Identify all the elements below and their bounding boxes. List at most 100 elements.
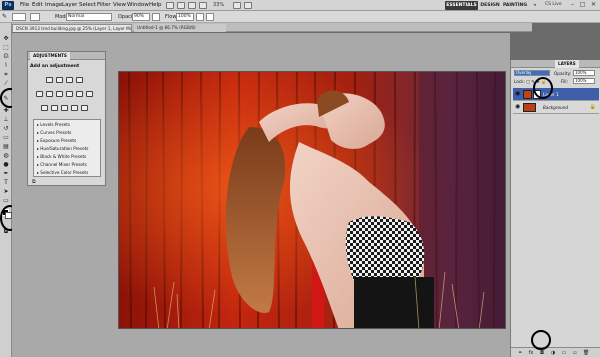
workspace-essentials-button[interactable]: ESSENTIALS [445, 1, 478, 10]
tablet-pressure-size-icon[interactable] [206, 13, 214, 21]
close-icon[interactable]: ✕ [589, 1, 598, 9]
layer-opacity-field[interactable]: 100% [573, 70, 595, 76]
dodge-tool-icon[interactable]: ● [2, 161, 10, 168]
menu-window[interactable]: Window [127, 2, 149, 8]
menu-file[interactable]: File [20, 2, 29, 8]
photo-filter-icon[interactable] [76, 91, 83, 97]
brush-tool-icon[interactable]: ✎ [2, 13, 7, 20]
blur-tool-icon[interactable]: ◍ [2, 152, 10, 159]
healing-brush-tool-icon[interactable]: ✚ [2, 107, 10, 114]
document-canvas-image[interactable] [118, 71, 506, 329]
visibility-eye-icon[interactable]: ◉ [515, 104, 521, 110]
gradient-tool-icon[interactable]: ▤ [2, 143, 10, 150]
document-tab-active[interactable]: DSCN 3913 tred building.jpg @ 25% (Layer… [12, 24, 132, 32]
layers-panel-header[interactable]: LAYERS [511, 60, 600, 68]
photo-artwork [119, 72, 505, 328]
menu-select[interactable]: Select [79, 2, 96, 8]
preset-item[interactable]: Selective Color Presets [37, 170, 88, 175]
document-tab[interactable]: Untitled-1 @ 66.7% (RGB/8) [134, 24, 226, 32]
menu-image[interactable]: Image [45, 2, 62, 8]
marquee-tool-icon[interactable]: ⬚ [2, 44, 10, 51]
workspace-more-button[interactable]: » [529, 1, 541, 10]
mini-bridge-icon[interactable] [177, 2, 185, 9]
layer-row-selected[interactable]: ◉ Layer 1 [513, 88, 599, 101]
new-group-icon[interactable]: ▭ [561, 350, 567, 356]
threshold-icon[interactable] [61, 105, 68, 111]
pen-tool-icon[interactable]: ✒ [2, 170, 10, 177]
brush-panel-toggle-icon[interactable] [30, 13, 40, 21]
brightness-contrast-icon[interactable] [46, 77, 53, 83]
hand-tool-icon[interactable] [188, 2, 196, 9]
lasso-tool-icon[interactable]: ᘏ [2, 53, 10, 60]
layer-row[interactable]: ◉ Background 🔒 [513, 101, 599, 114]
layer-thumbnail [523, 103, 536, 112]
preset-item[interactable]: Hue/Saturation Presets [37, 146, 88, 151]
link-layers-icon[interactable]: ⚭ [517, 350, 523, 356]
path-selection-tool-icon[interactable]: ➤ [2, 188, 10, 195]
layer-thumbnail [523, 90, 532, 99]
posterize-icon[interactable] [51, 105, 58, 111]
cs-live-button[interactable]: CS Live [545, 2, 565, 9]
menu-view[interactable]: View [113, 2, 126, 8]
crop-tool-icon[interactable]: ⌗ [2, 71, 10, 78]
history-brush-tool-icon[interactable]: ↺ [2, 125, 10, 132]
workspace-design-button[interactable]: DESIGN [479, 1, 501, 10]
levels-icon[interactable] [56, 77, 63, 83]
clip-to-layer-icon[interactable]: ⧉ [32, 179, 36, 185]
color-balance-icon[interactable] [56, 91, 63, 97]
preset-item[interactable]: Black & White Presets [37, 154, 86, 159]
new-layer-icon[interactable]: ▫ [572, 350, 578, 356]
screen-mode-icon[interactable] [244, 2, 252, 9]
fill-field[interactable]: 100% [573, 78, 595, 84]
eraser-tool-icon[interactable]: ▭ [2, 134, 10, 141]
menu-edit[interactable]: Edit [32, 2, 43, 8]
brush-preset-picker[interactable] [12, 13, 26, 21]
preset-item[interactable]: Exposure Presets [37, 138, 76, 143]
adjustments-panel-header[interactable]: ADJUSTMENTS [28, 52, 105, 60]
gradient-map-icon[interactable] [71, 105, 78, 111]
add-mask-icon[interactable]: ◘ [539, 350, 545, 356]
bridge-icon[interactable] [166, 2, 174, 9]
delete-layer-icon[interactable]: 🗑 [583, 350, 589, 356]
visibility-eye-icon[interactable]: ◉ [515, 91, 521, 97]
menu-filter[interactable]: Filter [97, 2, 111, 8]
exposure-icon[interactable] [76, 77, 83, 83]
curves-icon[interactable] [66, 77, 73, 83]
preset-item[interactable]: Levels Presets [37, 122, 70, 127]
preset-item[interactable]: Channel Mixer Presets [37, 162, 87, 167]
selective-color-icon[interactable] [81, 105, 88, 111]
preset-item[interactable]: Curves Presets [37, 130, 71, 135]
zoom-tool-icon[interactable] [199, 2, 207, 9]
adjustments-tab[interactable]: ADJUSTMENTS [30, 52, 70, 60]
type-tool-icon[interactable]: T [2, 179, 10, 186]
invert-icon[interactable] [41, 105, 48, 111]
zoom-level-dropdown[interactable]: 33% [213, 2, 224, 8]
clone-stamp-tool-icon[interactable]: ⊥ [2, 116, 10, 123]
layer-style-icon[interactable]: fx [528, 350, 534, 356]
move-tool-icon[interactable]: ✥ [2, 35, 10, 42]
vibrance-icon[interactable] [36, 91, 43, 97]
flow-field[interactable]: 100% [176, 13, 194, 21]
hue-saturation-icon[interactable] [46, 91, 53, 97]
layer-opacity-label: Opacity: [554, 71, 572, 76]
minimize-icon[interactable]: – [568, 1, 577, 9]
restore-icon[interactable]: □ [578, 1, 587, 9]
eyedropper-tool-icon[interactable]: ⁄ [2, 80, 10, 87]
shape-tool-icon[interactable]: ▭ [2, 197, 10, 204]
workspace-painting-button[interactable]: PAINTING [503, 1, 527, 10]
airbrush-icon[interactable] [196, 13, 204, 21]
channel-mixer-icon[interactable] [86, 91, 93, 97]
new-adjustment-layer-icon[interactable]: ◑ [550, 350, 556, 356]
quick-selection-tool-icon[interactable]: ⌇ [2, 62, 10, 69]
layers-panel: LAYERS Overlay Opacity: 100% Lock: ▢ ✎ ✥… [510, 60, 600, 357]
tablet-pressure-opacity-icon[interactable] [152, 13, 160, 21]
mode-dropdown[interactable]: Normal [66, 13, 112, 21]
black-white-icon[interactable] [66, 91, 73, 97]
menu-layer[interactable]: Layer [62, 2, 77, 8]
opacity-field[interactable]: 90% [132, 13, 150, 21]
arrange-documents-icon[interactable] [233, 2, 241, 9]
layers-tab[interactable]: LAYERS [555, 60, 579, 68]
layer-name[interactable]: Background [543, 105, 568, 110]
blend-mode-dropdown[interactable]: Overlay [514, 70, 550, 76]
menu-help[interactable]: Help [149, 2, 162, 8]
